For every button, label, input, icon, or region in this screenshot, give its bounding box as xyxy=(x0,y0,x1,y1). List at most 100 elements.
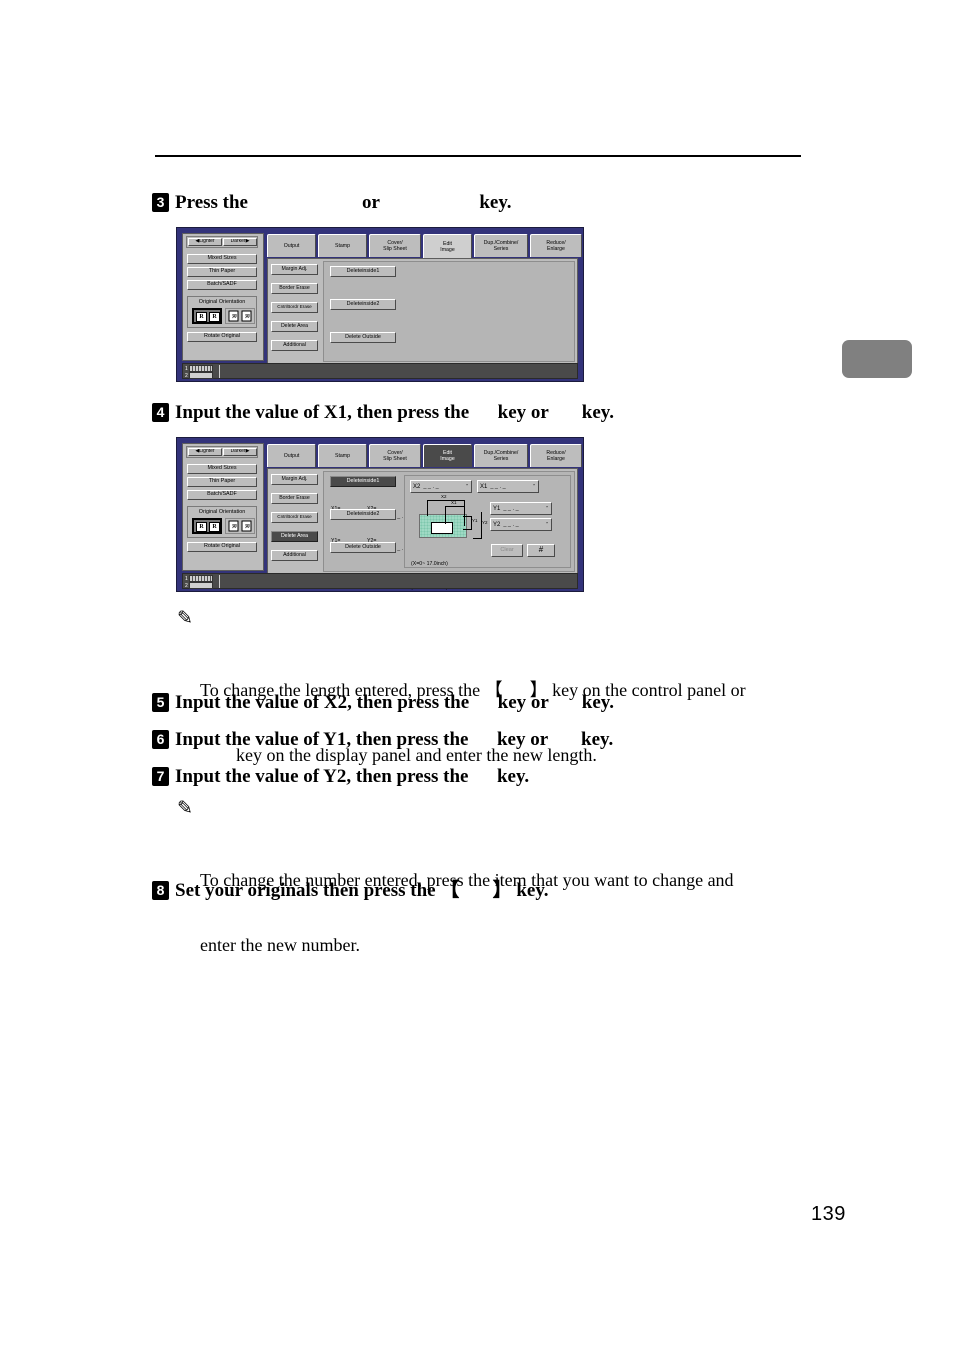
tray-indicator-1[interactable]: 1 xyxy=(185,365,213,372)
mixed-sizes-label: Mixed Sizes xyxy=(207,255,237,262)
batch-sadf-button[interactable]: Batch/SADF xyxy=(187,280,257,290)
y1-input-field[interactable]: Y1 _ _ . _ ” xyxy=(490,502,552,515)
delete-area-diagram: X2 X1 Y1 Y2 xyxy=(419,494,497,541)
lcd1-feature-column: Margin Adj. Border Erase Cntr/Bordr Eras… xyxy=(270,261,320,362)
pencil-note-icon: ✎ xyxy=(177,608,193,629)
lcd1-main-area: Deleteinside1 Deleteinside2 Delete Outsi… xyxy=(323,261,575,362)
tab-reduce-enlarge[interactable]: Reduce/ Enlarge xyxy=(530,444,582,467)
lcd1-left-column: ◀ Lighter Darker ▶ Mixed Sizes Thin Paper … xyxy=(182,233,264,361)
orientation-readable-option[interactable]: R R xyxy=(192,308,222,324)
tab-reduce-enlarge[interactable]: Reduce/ Enlarge xyxy=(530,234,582,257)
delete-inside-2-button[interactable]: Deleteinside2 xyxy=(330,509,396,520)
hash-key-button[interactable]: # xyxy=(527,544,555,557)
tab-cover-slip-sheet[interactable]: Cover/ Slip Sheet xyxy=(369,234,421,257)
y1-field-unit: ” xyxy=(546,505,548,512)
diagram-y1-label: Y1 xyxy=(472,518,478,523)
rotate-original-button[interactable]: Rotate Original xyxy=(187,332,257,342)
delete-area-button[interactable]: Delete Area xyxy=(271,321,318,332)
border-erase-button[interactable]: Border Erase xyxy=(271,283,318,294)
mixed-sizes-button[interactable]: Mixed Sizes xyxy=(187,464,257,474)
rotate-original-label: Rotate Original xyxy=(204,333,240,340)
additional-button[interactable]: Additional xyxy=(271,550,318,561)
tab-dup-combine-series[interactable]: Dup./Combine/ Series xyxy=(474,234,528,257)
tab-stamp[interactable]: Stamp xyxy=(318,444,367,467)
x1-field-label: X1 xyxy=(480,483,488,490)
note-2-line-2: enter the new number. xyxy=(200,934,360,955)
orientation-unreadable-option[interactable]: R R xyxy=(225,308,255,324)
y1-field-value: _ _ . _ xyxy=(503,505,519,512)
x1-field-unit: ” xyxy=(533,483,535,490)
delete-inside-2-button[interactable]: Deleteinside2 xyxy=(330,299,396,310)
lighter-label: Lighter xyxy=(199,238,215,245)
tab-cover-slip-sheet[interactable]: Cover/ Slip Sheet xyxy=(369,444,421,467)
lighter-button[interactable]: ◀ Lighter xyxy=(188,238,222,246)
manual-page: 3 Press the or key. ◀ Lighter Darker ▶ M… xyxy=(0,0,954,1348)
thin-paper-button[interactable]: Thin Paper xyxy=(187,267,257,277)
delete-outside-button[interactable]: Delete Outside xyxy=(330,542,396,553)
thin-paper-button[interactable]: Thin Paper xyxy=(187,477,257,487)
tab-output[interactable]: Output xyxy=(267,444,316,467)
rotate-original-button[interactable]: Rotate Original xyxy=(187,542,257,552)
tray-indicator-2[interactable]: 2 xyxy=(185,372,213,379)
delete-inside-1-button-selected[interactable]: Deleteinside1 xyxy=(330,476,396,487)
batch-sadf-label: Batch/SADF xyxy=(207,281,237,288)
lcd2-tab-row: Output Stamp Cover/ Slip Sheet Edit Imag… xyxy=(267,443,582,468)
delete-area-button-selected[interactable]: Delete Area xyxy=(271,531,318,542)
step-text: Input the value of X2, then press the ke… xyxy=(175,692,614,713)
density-group: ◀ Lighter Darker ▶ xyxy=(186,446,258,458)
border-erase-button[interactable]: Border Erase xyxy=(271,493,318,504)
diagram-x2-right-tick xyxy=(464,500,465,526)
y2-input-field[interactable]: Y2 _ _ . _ ” xyxy=(490,518,552,531)
chapter-thumb-tab xyxy=(842,340,912,378)
diagram-y1-bottom xyxy=(463,529,472,530)
mixed-sizes-button[interactable]: Mixed Sizes xyxy=(187,254,257,264)
lcd2-main-area: Deleteinside1 X1= _ _ . _ X2= _ _ . _ Y1… xyxy=(323,471,575,591)
original-orientation-group: Original Orientation R R R R xyxy=(187,296,257,328)
tab-output[interactable]: Output xyxy=(267,234,316,257)
tab-stamp[interactable]: Stamp xyxy=(318,234,367,257)
batch-sadf-button[interactable]: Batch/SADF xyxy=(187,490,257,500)
diagram-x1-label: X1 xyxy=(451,500,457,505)
thin-paper-label: Thin Paper xyxy=(208,268,236,275)
tab-edit-image[interactable]: Edit Image xyxy=(423,444,472,467)
tray-indicator-2[interactable]: 2 xyxy=(185,582,213,589)
cntr-bordr-erase-button[interactable]: Cntr/Bordr Erase xyxy=(271,512,318,523)
delete-outside-button[interactable]: Delete Outside xyxy=(330,332,396,343)
coordinate-readout: X1= _ _ . _ X2= _ _ . _ Y1= _ _ . _ Y2= … xyxy=(331,489,407,569)
x1-field-value: _ _ . _ xyxy=(490,483,506,490)
step-4: 4 Input the value of X1, then press the … xyxy=(152,403,614,423)
note-2: To change the number entered, press the … xyxy=(200,827,810,999)
pencil-note-icon: ✎ xyxy=(177,798,193,819)
lcd2-left-column: ◀ Lighter Darker ▶ Mixed Sizes Thin Paper … xyxy=(182,443,264,571)
tab-edit-image[interactable]: Edit Image xyxy=(423,234,472,259)
step-8: 8 Set your originals then press the 【 】 … xyxy=(152,881,549,901)
step-number: 4 xyxy=(152,403,169,422)
orientation-readable-option[interactable]: R R xyxy=(192,518,222,534)
diagram-y2-tick xyxy=(481,512,482,538)
diagram-y2-bottom xyxy=(473,538,482,539)
darker-button[interactable]: Darker ▶ xyxy=(223,448,257,456)
original-orientation-label: Original Orientation xyxy=(198,299,246,305)
margin-adj-button[interactable]: Margin Adj. xyxy=(271,264,318,275)
cntr-bordr-erase-button[interactable]: Cntr/Bordr Erase xyxy=(271,302,318,313)
range-x-text: (X=0~ 17.0inch) xyxy=(411,561,448,567)
step-text: Input the value of Y2, then press the ke… xyxy=(175,766,530,787)
x1-input-field[interactable]: X1 _ _ . _ ” xyxy=(477,480,539,493)
additional-button[interactable]: Additional xyxy=(271,340,318,351)
step-number: 5 xyxy=(152,693,169,712)
darker-button[interactable]: Darker ▶ xyxy=(223,238,257,246)
lcd2-right-area: Output Stamp Cover/ Slip Sheet Edit Imag… xyxy=(267,443,582,591)
x2-field-label: X2 xyxy=(413,483,421,490)
clear-button[interactable]: Clear xyxy=(491,544,523,557)
step-number: 7 xyxy=(152,767,169,786)
orientation-unreadable-option[interactable]: R R xyxy=(225,518,255,534)
operation-panel-screenshot-2: ◀ Lighter Darker ▶ Mixed Sizes Thin Paper … xyxy=(176,437,584,592)
lighter-button[interactable]: ◀ Lighter xyxy=(188,448,222,456)
density-group: ◀ Lighter Darker ▶ xyxy=(186,236,258,248)
x2-input-field[interactable]: X2 _ _ . _ ” xyxy=(410,480,472,493)
tray-indicator-1[interactable]: 1 xyxy=(185,575,213,582)
delete-inside-1-button[interactable]: Deleteinside1 xyxy=(330,266,396,277)
margin-adj-button[interactable]: Margin Adj. xyxy=(271,474,318,485)
step-text: Set your originals then press the 【 】 ke… xyxy=(175,880,549,901)
tab-dup-combine-series[interactable]: Dup./Combine/ Series xyxy=(474,444,528,467)
